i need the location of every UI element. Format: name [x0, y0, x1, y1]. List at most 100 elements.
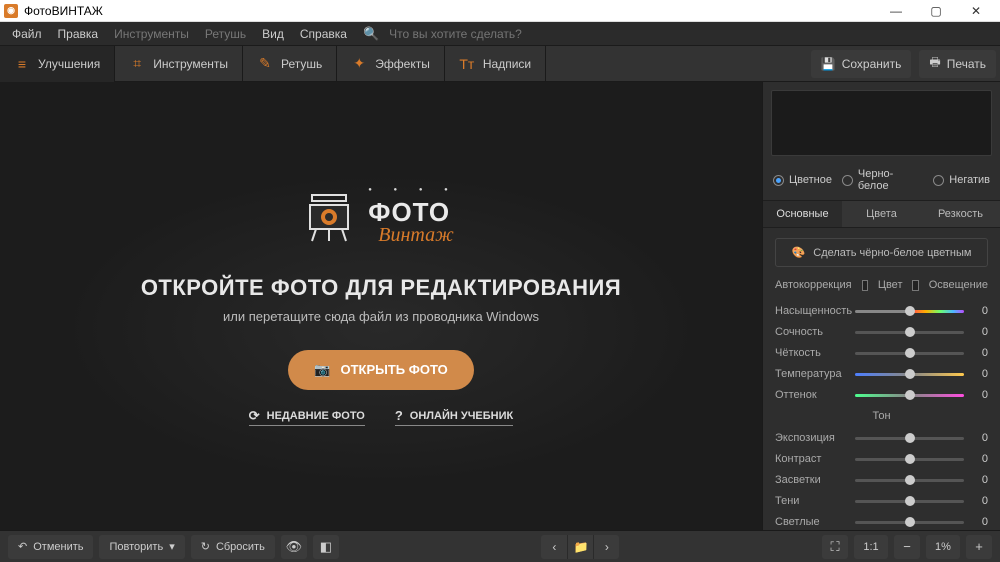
minimize-button[interactable]: —	[876, 0, 916, 22]
menubar: Файл Правка Инструменты Ретушь Вид Справ…	[0, 22, 1000, 46]
slider-value: 0	[972, 474, 988, 486]
slider-track[interactable]	[855, 352, 964, 355]
nav-prev-button[interactable]: ‹	[541, 535, 567, 559]
tab-effects[interactable]: ✦Эффекты	[337, 46, 445, 82]
slider-track[interactable]	[855, 394, 964, 397]
canvas-area[interactable]: ● ● ● ● ФОТО Винтаж ОТКРОЙТЕ ФОТО ДЛЯ РЕ…	[0, 82, 762, 530]
autocorrect-row: Автокоррекция Цвет Освещение	[775, 279, 988, 291]
main-toolbar: ≡Улучшения ⌗Инструменты ✎Ретушь ✦Эффекты…	[0, 46, 1000, 82]
slider-thumb[interactable]	[905, 517, 915, 527]
open-photo-button[interactable]: 📷 ОТКРЫТЬ ФОТО	[288, 350, 473, 390]
panel-tab-sharp[interactable]: Резкость	[921, 201, 1000, 227]
slider-value: 0	[972, 516, 988, 528]
slider-Насыщенность: Насыщенность0	[775, 305, 988, 317]
slider-label: Сочность	[775, 326, 847, 338]
save-icon: 💾	[821, 57, 836, 71]
slider-Сочность: Сочность0	[775, 326, 988, 338]
slider-thumb[interactable]	[905, 475, 915, 485]
search-input[interactable]	[383, 25, 583, 43]
actual-size-button[interactable]: 1:1	[854, 535, 888, 559]
slider-label: Температура	[775, 368, 847, 380]
slider-Температура: Температура0	[775, 368, 988, 380]
camera-icon	[304, 189, 354, 245]
reset-icon: ↻	[201, 540, 210, 553]
undo-button[interactable]: ↶Отменить	[8, 535, 93, 559]
radio-color[interactable]: Цветное	[773, 174, 832, 186]
compare-button[interactable]: ◧	[313, 535, 339, 559]
eye-toggle-button[interactable]: 👁	[281, 535, 307, 559]
zoom-level: 1%	[926, 535, 960, 559]
fit-screen-button[interactable]: ⛶	[822, 535, 848, 559]
menu-retouch[interactable]: Ретушь	[199, 27, 252, 41]
reset-button[interactable]: ↻Сбросить	[191, 535, 275, 559]
search-icon: 🔍	[363, 26, 379, 42]
redo-button[interactable]: Повторить▾	[99, 535, 184, 559]
slider-thumb[interactable]	[905, 496, 915, 506]
slider-track[interactable]	[855, 331, 964, 334]
slider-track[interactable]	[855, 458, 964, 461]
slider-label: Засветки	[775, 474, 847, 486]
online-tutorial-link[interactable]: ?ОНЛАЙН УЧЕБНИК	[395, 408, 513, 426]
chevron-down-icon: ▾	[169, 540, 175, 553]
menu-help[interactable]: Справка	[294, 27, 353, 41]
colorize-bw-button[interactable]: 🎨Сделать чёрно-белое цветным	[775, 238, 988, 267]
radio-negative[interactable]: Негатив	[933, 174, 990, 186]
slider-Контраст: Контраст0	[775, 453, 988, 465]
zoom-out-button[interactable]: −	[894, 535, 920, 559]
slider-track[interactable]	[855, 310, 964, 313]
slider-label: Контраст	[775, 453, 847, 465]
menu-edit[interactable]: Правка	[52, 27, 105, 41]
tab-retouch[interactable]: ✎Ретушь	[243, 46, 337, 82]
bottom-bar: ↶Отменить Повторить▾ ↻Сбросить 👁 ◧ ‹ 📁 ›…	[0, 530, 1000, 562]
menu-tools[interactable]: Инструменты	[108, 27, 195, 41]
slider-thumb[interactable]	[905, 454, 915, 464]
zoom-in-button[interactable]: +	[966, 535, 992, 559]
slider-value: 0	[972, 389, 988, 401]
close-button[interactable]: ✕	[956, 0, 996, 22]
window-titlebar: ◉ ФотоВИНТАЖ — ▢ ✕	[0, 0, 1000, 22]
slider-track[interactable]	[855, 373, 964, 376]
slider-label: Оттенок	[775, 389, 847, 401]
checkbox-color[interactable]	[862, 280, 868, 291]
tab-label: Инструменты	[153, 57, 228, 71]
tab-text[interactable]: TᴛНадписи	[445, 46, 546, 82]
tab-enhance[interactable]: ≡Улучшения	[0, 46, 115, 82]
nav-folder-button[interactable]: 📁	[567, 535, 593, 559]
side-panel: Цветное Черно-белое Негатив Основные Цве…	[762, 82, 1000, 530]
nav-next-button[interactable]: ›	[593, 535, 619, 559]
checkbox-light[interactable]	[912, 280, 918, 291]
slider-thumb[interactable]	[905, 348, 915, 358]
slider-thumb[interactable]	[905, 327, 915, 337]
panel-tab-main[interactable]: Основные	[763, 201, 842, 227]
slider-label: Экспозиция	[775, 432, 847, 444]
slider-track[interactable]	[855, 500, 964, 503]
maximize-button[interactable]: ▢	[916, 0, 956, 22]
tab-label: Ретушь	[281, 57, 322, 71]
menu-file[interactable]: Файл	[6, 27, 48, 41]
slider-Чёткость: Чёткость0	[775, 347, 988, 359]
save-button[interactable]: 💾Сохранить	[811, 50, 912, 78]
panel-tabs: Основные Цвета Резкость	[763, 200, 1000, 228]
print-button[interactable]: 🖶Печать	[919, 50, 996, 78]
slider-label: Чёткость	[775, 347, 847, 359]
radio-bw[interactable]: Черно-белое	[842, 168, 923, 192]
slider-Светлые: Светлые0	[775, 516, 988, 528]
slider-track[interactable]	[855, 437, 964, 440]
clock-icon: ⟳	[249, 408, 260, 424]
menu-view[interactable]: Вид	[256, 27, 290, 41]
radio-icon	[933, 175, 944, 186]
slider-track[interactable]	[855, 521, 964, 524]
tab-tools[interactable]: ⌗Инструменты	[115, 46, 243, 82]
tab-label: Эффекты	[375, 57, 430, 71]
text-icon: Tᴛ	[459, 56, 475, 72]
slider-thumb[interactable]	[905, 433, 915, 443]
slider-Засветки: Засветки 0	[775, 474, 988, 486]
slider-track[interactable]	[855, 479, 964, 482]
slider-thumb[interactable]	[905, 306, 915, 316]
recent-photos-link[interactable]: ⟳НЕДАВНИЕ ФОТО	[249, 408, 365, 426]
slider-Тени: Тени0	[775, 495, 988, 507]
slider-thumb[interactable]	[905, 369, 915, 379]
print-icon: 🖶	[929, 53, 940, 74]
slider-thumb[interactable]	[905, 390, 915, 400]
panel-tab-colors[interactable]: Цвета	[842, 201, 921, 227]
